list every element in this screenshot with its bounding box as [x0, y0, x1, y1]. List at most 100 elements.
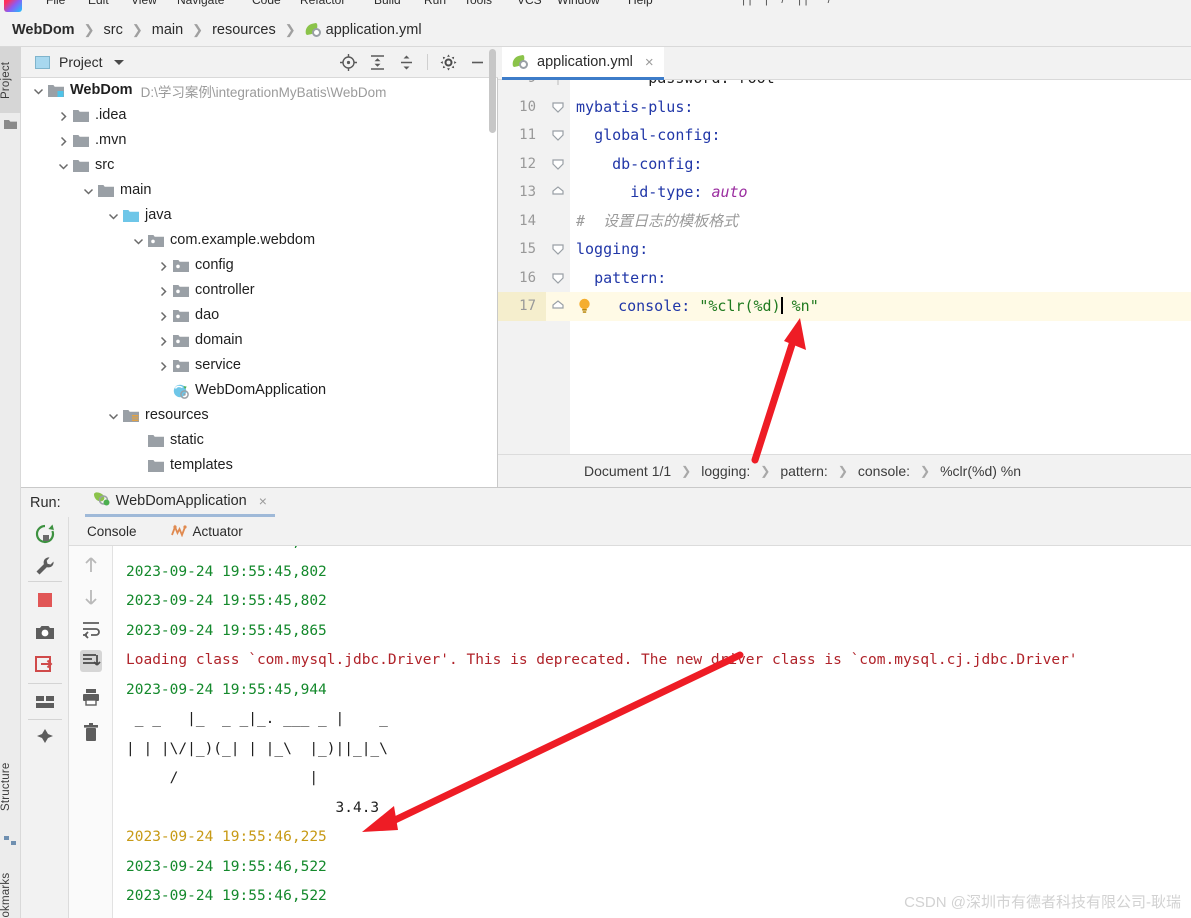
tree-item-resources[interactable]: resources [21, 403, 498, 428]
tree-toggle-collapsed[interactable] [158, 335, 169, 347]
tab-console[interactable]: Console [87, 524, 137, 539]
close-icon[interactable]: × [259, 493, 267, 509]
tree-item-controller[interactable]: controller [21, 278, 498, 303]
code-line-13[interactable]: 13 id-type: auto [498, 178, 1191, 207]
soft-wrap-icon[interactable] [80, 618, 102, 640]
tree-item-static[interactable]: static [21, 428, 498, 453]
editor-breadcrumb-pattern[interactable]: pattern: [780, 463, 827, 479]
settings-gear-icon[interactable] [440, 54, 457, 71]
fold-marker[interactable] [546, 150, 570, 179]
tree-toggle-collapsed[interactable] [158, 285, 169, 297]
tree-toggle-collapsed[interactable] [158, 360, 169, 372]
menu-item-tools[interactable]: Tools [464, 0, 492, 7]
layout-icon[interactable] [34, 691, 56, 713]
code-line-11[interactable]: 11 global-config: [498, 121, 1191, 150]
fold-marker[interactable] [546, 93, 570, 122]
minimize-icon[interactable] [469, 54, 486, 71]
tree-item-service[interactable]: service [21, 353, 498, 378]
scroll-up-icon[interactable] [80, 554, 102, 576]
scroll-down-icon[interactable] [80, 586, 102, 608]
breadcrumb-item-application-yml[interactable]: application.yml [303, 22, 422, 38]
menu-item-window[interactable]: Window [557, 0, 600, 7]
tree-item-main[interactable]: main [21, 178, 498, 203]
breadcrumb-item-main[interactable]: main [152, 22, 183, 38]
fold-marker[interactable] [546, 235, 570, 264]
code-line-9[interactable]: 9 password: root [498, 80, 1191, 93]
editor-breadcrumb-logging[interactable]: logging: [701, 463, 750, 479]
stop-icon[interactable] [34, 589, 56, 611]
tab-actuator[interactable]: Actuator [170, 523, 243, 540]
sidebar-item-project[interactable]: Project [0, 47, 21, 113]
menu-item-code[interactable]: Code [252, 0, 281, 7]
tree-toggle-collapsed[interactable] [158, 260, 169, 272]
locate-icon[interactable] [340, 53, 357, 71]
breadcrumb-item-webdom[interactable]: WebDom [12, 22, 75, 38]
code-line-17[interactable]: 17 console: "%clr(%d) %n" [498, 292, 1191, 321]
code-line-16[interactable]: 16 pattern: [498, 264, 1191, 293]
menu-item-navigate[interactable]: Navigate [177, 0, 224, 7]
tree-toggle-expanded[interactable] [58, 160, 69, 171]
camera-icon[interactable] [34, 621, 56, 643]
run-tab-webdomapplication[interactable]: WebDomApplication × [84, 488, 275, 517]
fold-marker[interactable] [546, 292, 570, 321]
menu-item-vcs[interactable]: VCS [517, 0, 542, 7]
tree-toggle-expanded[interactable] [108, 210, 119, 221]
menu-item-refactor[interactable]: Refactor [300, 0, 345, 7]
tree-toggle-expanded[interactable] [33, 85, 44, 96]
tree-toggle-collapsed[interactable] [158, 310, 169, 322]
tree-item-com-example-webdom[interactable]: com.example.webdom [21, 228, 498, 253]
chevron-down-icon[interactable] [113, 59, 124, 65]
fold-marker[interactable] [546, 80, 570, 93]
tree-item-config[interactable]: config [21, 253, 498, 278]
clear-all-icon[interactable] [80, 722, 102, 744]
expand-all-icon[interactable] [369, 54, 386, 71]
tree-toggle-expanded[interactable] [133, 235, 144, 246]
tree-item-webdom[interactable]: WebDom D:\学习案例\integrationMyBatis\WebDom [21, 78, 498, 103]
editor-breadcrumb-console[interactable]: console: [858, 463, 910, 479]
menu-item-file[interactable]: File [46, 0, 65, 7]
tree-toggle-collapsed[interactable] [58, 110, 69, 122]
sidebar-item-bookmarks[interactable]: Bookmarks [0, 857, 21, 918]
fold-marker[interactable] [546, 264, 570, 293]
tree-item-src[interactable]: src [21, 153, 498, 178]
intention-bulb-icon[interactable] [578, 298, 591, 315]
editor-breadcrumb-value[interactable]: %clr(%d) %n [940, 463, 1021, 479]
menu-item-help[interactable]: Help [628, 0, 653, 7]
tree-item-templates[interactable]: templates [21, 453, 498, 478]
menu-item-run[interactable]: Run [424, 0, 446, 7]
tree-item--mvn[interactable]: .mvn [21, 128, 498, 153]
print-icon[interactable] [80, 686, 102, 708]
code-line-12[interactable]: 12 db-config: [498, 150, 1191, 179]
breadcrumb-item-resources[interactable]: resources [212, 22, 276, 38]
editor-tab-application-yml[interactable]: application.yml × [502, 47, 664, 80]
tree-toggle-expanded[interactable] [83, 185, 94, 196]
tree-toggle-expanded[interactable] [108, 410, 119, 421]
code-line-14[interactable]: 14 # 设置日志的模板格式 [498, 207, 1191, 236]
code-line-10[interactable]: 10 mybatis-plus: [498, 93, 1191, 122]
fold-marker[interactable] [546, 207, 570, 236]
close-icon[interactable]: × [645, 54, 654, 71]
tree-toggle-collapsed[interactable] [58, 135, 69, 147]
breadcrumb-item-src[interactable]: src [103, 22, 122, 38]
sidebar-item-structure[interactable]: Structure [0, 747, 21, 827]
tree-item-webdomapplication[interactable]: WebDomApplication [21, 378, 498, 403]
menu-item-edit[interactable]: Edit [88, 0, 109, 7]
tree-item--idea[interactable]: .idea [21, 103, 498, 128]
pin-icon[interactable] [34, 727, 56, 749]
export-icon[interactable] [34, 653, 56, 675]
collapse-all-icon[interactable] [398, 54, 415, 71]
code-line-15[interactable]: 15 logging: [498, 235, 1191, 264]
editor-breadcrumb-document[interactable]: Document 1/1 [584, 463, 671, 479]
menu-item-view[interactable]: View [131, 0, 157, 7]
fold-marker[interactable] [546, 178, 570, 207]
scroll-to-end-icon[interactable] [80, 650, 102, 672]
tree-item-java[interactable]: java [21, 203, 498, 228]
tree-item-dao[interactable]: dao [21, 303, 498, 328]
code-editor[interactable]: 9 password: root 10 mybatis-plus: 11 global… [498, 80, 1191, 454]
console-output[interactable]: 2023-09-24 19:55:45,724 2023-09-24 19:55:… [113, 546, 1191, 918]
project-tree[interactable]: WebDom D:\学习案例\integrationMyBatis\WebDom.… [21, 78, 498, 487]
tree-item-domain[interactable]: domain [21, 328, 498, 353]
rerun-icon[interactable] [34, 523, 56, 545]
menu-item-build[interactable]: Build [374, 0, 401, 7]
project-scrollbar-thumb[interactable] [489, 49, 496, 133]
